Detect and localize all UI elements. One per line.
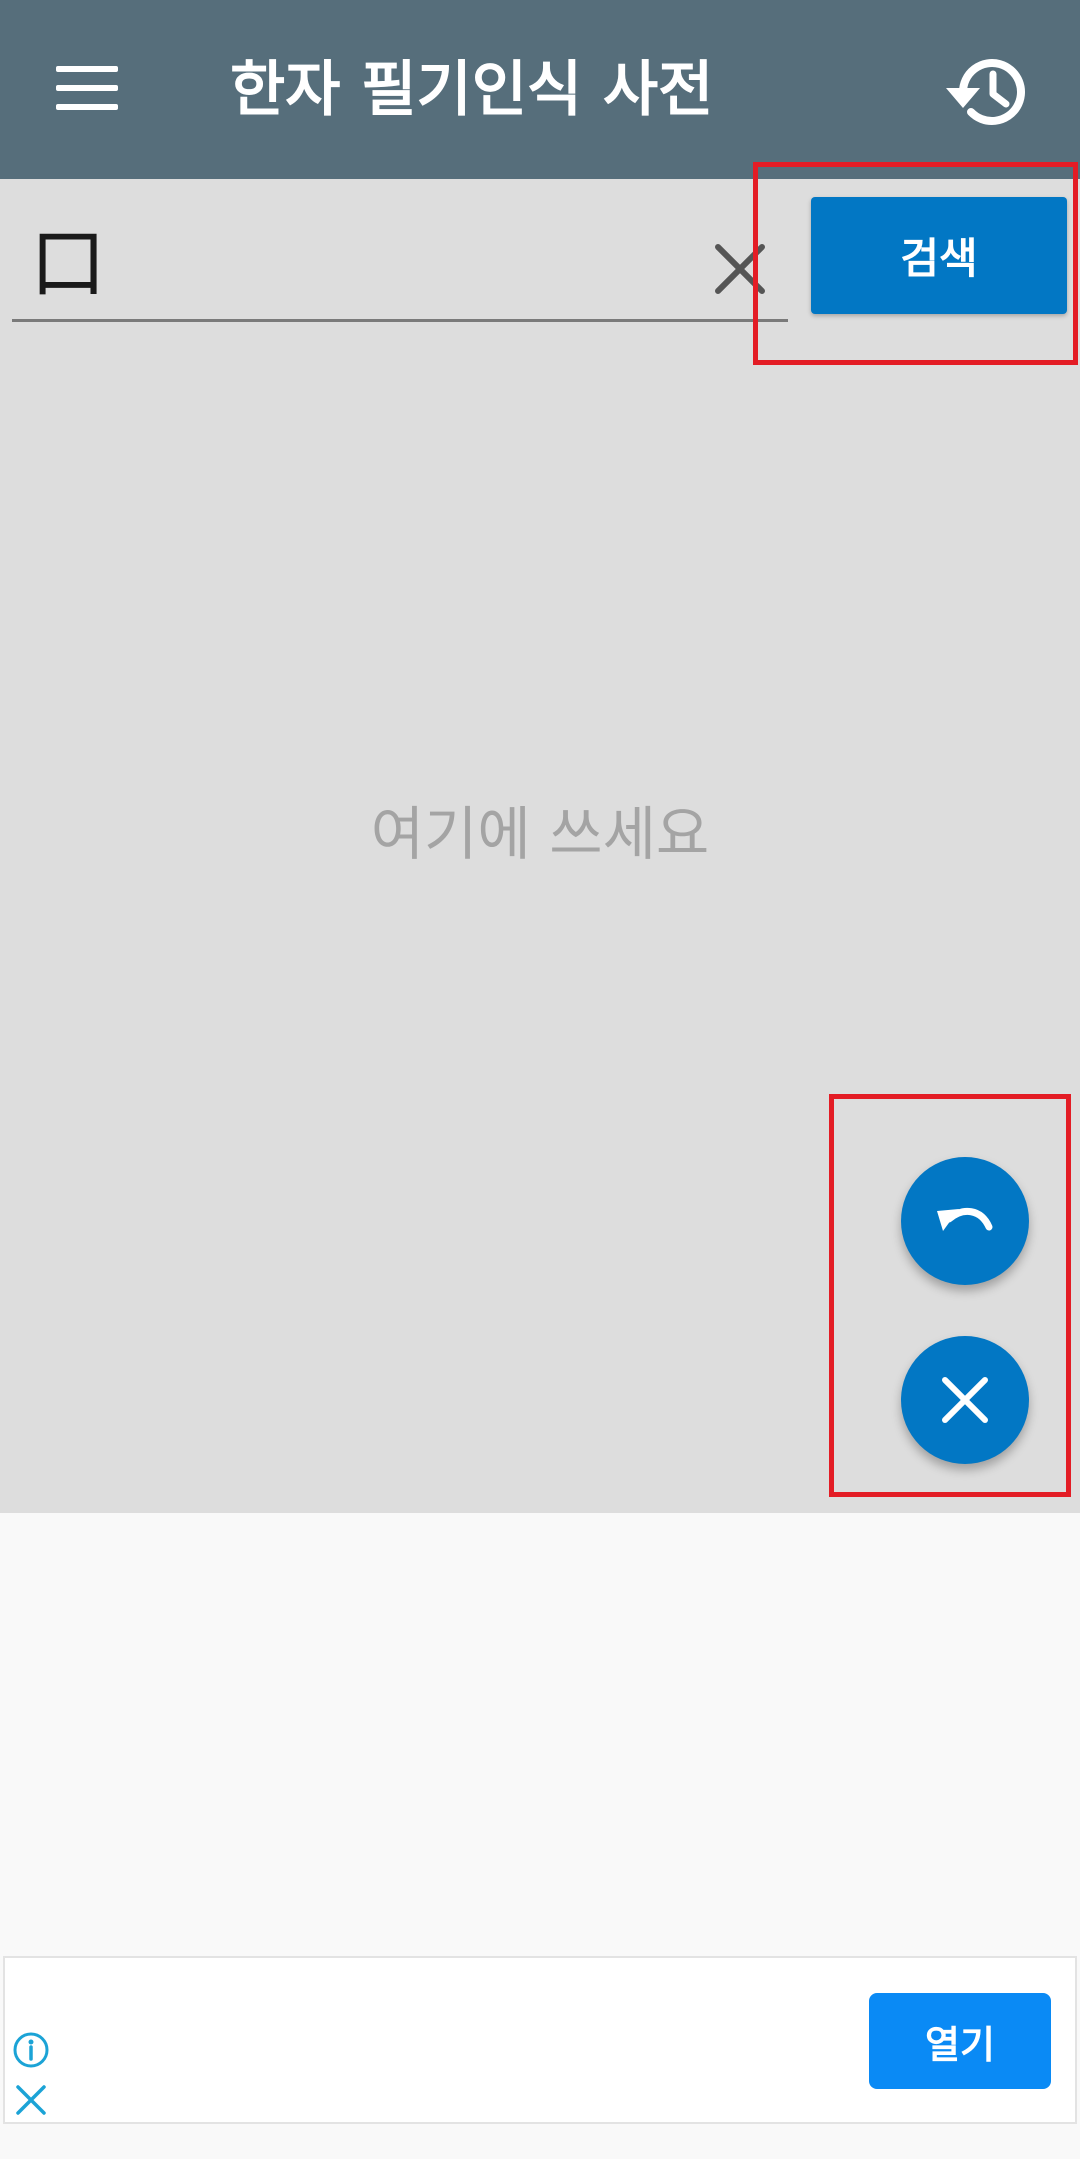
ad-open-button[interactable]: 열기	[869, 1993, 1051, 2089]
info-icon[interactable]	[11, 2030, 51, 2070]
app-title: 한자 필기인식 사전	[230, 55, 714, 125]
menu-icon[interactable]	[56, 64, 120, 112]
top-app-bar: 한자 필기인식 사전	[0, 0, 1080, 179]
close-icon[interactable]	[13, 2082, 49, 2118]
search-input-value[interactable]: 口	[30, 219, 106, 309]
undo-button[interactable]	[901, 1157, 1029, 1285]
undo-icon	[937, 1208, 993, 1231]
search-field[interactable]: 口	[12, 179, 788, 323]
close-icon	[942, 1377, 988, 1423]
canvas-hint: 여기에 쓰세요	[370, 800, 710, 868]
history-icon[interactable]	[944, 46, 1036, 138]
ad-banner[interactable]: 열기	[3, 1956, 1077, 2124]
close-icon[interactable]	[700, 229, 780, 309]
search-button[interactable]: 검색	[811, 197, 1067, 314]
handwriting-canvas[interactable]: 口 검색 여기에 쓰세요	[0, 179, 1080, 1513]
app-screen: 한자 필기인식 사전 口 검색 여기에 쓰세요 열기	[0, 0, 1080, 2159]
search-underline	[12, 319, 788, 322]
clear-canvas-button[interactable]	[901, 1336, 1029, 1464]
